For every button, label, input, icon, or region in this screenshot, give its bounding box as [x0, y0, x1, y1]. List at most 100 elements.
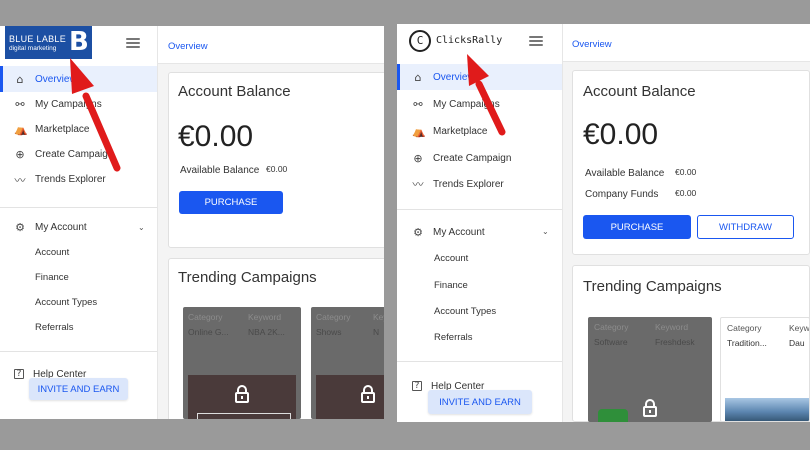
campaign-thumbnail: [598, 409, 628, 422]
sub-referrals[interactable]: Referrals: [434, 332, 473, 343]
screenshot-right: C ClicksRally ⌂ Overview ⚯ My Campaigns ⛺ M…: [397, 24, 810, 422]
unlock-button[interactable]: [197, 413, 291, 419]
campaign-card[interactable]: Category Tradition... Keyw Dau: [720, 317, 810, 422]
keyword-value: Freshdesk: [655, 337, 695, 347]
nav-overview[interactable]: ⌂ Overview: [0, 66, 157, 92]
lock-icon: [643, 399, 657, 422]
main-content: Overview Account Balance €0.00 Available…: [563, 24, 810, 422]
nav-my-account[interactable]: ⚙ My Account: [0, 215, 157, 240]
trending-title: Trending Campaigns: [583, 278, 722, 295]
nav-create-campaign[interactable]: ⊕ Create Campaign: [397, 145, 562, 171]
marketplace-icon: ⛺: [412, 124, 426, 138]
category-header: Category: [188, 312, 223, 322]
nav-divider: [397, 209, 562, 210]
category-header: Category: [727, 323, 762, 333]
lock-icon: [235, 385, 249, 408]
screenshot-left: BLUE LABLE digital marketing B ⌂ Overview…: [0, 26, 384, 419]
keyword-value: N: [373, 327, 380, 337]
account-divider: [0, 351, 157, 352]
sub-account-types[interactable]: Account Types: [434, 306, 496, 317]
keyword-header: Keyword: [373, 312, 384, 322]
nav-trends-explorer[interactable]: 〰 Trends Explorer: [397, 171, 562, 197]
logo-mark: C: [409, 30, 431, 52]
home-icon: ⌂: [16, 72, 24, 86]
campaign-card[interactable]: Category Software Keyword Freshdesk: [588, 317, 712, 422]
available-balance-label: Available Balance: [585, 168, 665, 179]
account-balance-card: Account Balance €0.00 Available Balance …: [168, 72, 384, 248]
available-balance-label: Available Balance: [180, 165, 260, 176]
trending-title: Trending Campaigns: [178, 269, 317, 286]
lock-icon: [361, 385, 375, 408]
purchase-button[interactable]: PURCHASE: [179, 191, 283, 214]
category-header: Category: [594, 322, 629, 332]
trends-icon: 〰: [412, 178, 424, 191]
gear-icon: ⚙: [413, 225, 423, 239]
nav-create-campaign[interactable]: ⊕ Create Campaign: [0, 142, 157, 167]
campaign-card[interactable]: Category Online G... Keyword NBA 2K...: [183, 307, 301, 419]
help-icon: ?: [14, 369, 24, 379]
nav-marketplace[interactable]: ⛺ Marketplace: [0, 117, 157, 142]
category-value: Online G...: [188, 327, 229, 337]
account-balance-title: Account Balance: [178, 83, 291, 100]
nav-my-campaigns[interactable]: ⚯ My Campaigns: [0, 92, 157, 117]
logo[interactable]: BLUE LABLE digital marketing B: [5, 26, 92, 59]
menu-icon[interactable]: [529, 36, 543, 46]
sub-account[interactable]: Account: [434, 253, 468, 264]
create-icon: ⊕: [15, 148, 25, 161]
purchase-button[interactable]: PURCHASE: [583, 215, 691, 239]
marketplace-icon: ⛺: [14, 123, 28, 136]
keyword-header: Keyword: [655, 322, 689, 332]
gear-icon: ⚙: [15, 221, 25, 234]
sub-finance[interactable]: Finance: [35, 272, 69, 283]
logo-line1: BLUE LABLE: [9, 34, 67, 44]
keyword-header: Keyw: [789, 323, 810, 333]
menu-icon[interactable]: [126, 38, 140, 48]
category-header: Category: [316, 312, 351, 322]
logo-line2: digital marketing: [9, 45, 57, 52]
category-value: Shows: [316, 327, 342, 337]
chevron-down-icon[interactable]: ⌄: [138, 223, 145, 232]
campaigns-icon: ⚯: [15, 98, 25, 111]
available-balance-value: €0.00: [675, 167, 697, 177]
nav-marketplace[interactable]: ⛺ Marketplace: [397, 118, 562, 144]
logo[interactable]: C ClicksRally: [409, 30, 503, 54]
account-divider: [397, 361, 562, 362]
keyword-value: NBA 2K...: [248, 327, 285, 337]
logo-text: ClicksRally: [436, 35, 503, 46]
account-balance-card: Account Balance €0.00 Available Balance …: [572, 70, 810, 255]
sidebar: BLUE LABLE digital marketing B ⌂ Overview…: [0, 26, 158, 419]
home-icon: ⌂: [414, 70, 422, 84]
invite-button[interactable]: INVITE AND EARN: [29, 378, 128, 400]
available-balance-value: €0.00: [266, 164, 288, 174]
keyword-header: Keyword: [248, 312, 282, 322]
campaigns-icon: ⚯: [413, 97, 423, 111]
category-value: Tradition...: [727, 338, 767, 348]
sidebar: C ClicksRally ⌂ Overview ⚯ My Campaigns ⛺ M…: [397, 24, 563, 422]
company-funds-value: €0.00: [675, 188, 697, 198]
campaign-thumbnail: [725, 398, 809, 421]
balance-amount: €0.00: [178, 120, 254, 153]
invite-button[interactable]: INVITE AND EARN: [428, 390, 532, 414]
sub-referrals[interactable]: Referrals: [35, 322, 74, 333]
nav-my-account[interactable]: ⚙ My Account: [397, 219, 562, 245]
withdraw-button[interactable]: WITHDRAW: [697, 215, 794, 239]
sub-account[interactable]: Account: [35, 247, 69, 258]
chevron-down-icon[interactable]: ⌄: [542, 227, 549, 236]
sub-account-types[interactable]: Account Types: [35, 297, 97, 308]
campaign-card[interactable]: Category Shows Keyword N: [311, 307, 384, 419]
breadcrumb[interactable]: Overview: [572, 39, 612, 50]
logo-mark: B: [69, 27, 89, 57]
balance-amount: €0.00: [583, 118, 659, 151]
create-icon: ⊕: [413, 151, 423, 165]
breadcrumb[interactable]: Overview: [168, 41, 208, 52]
main-content: Overview Account Balance €0.00 Available…: [158, 26, 384, 419]
nav-overview[interactable]: ⌂ Overview: [397, 64, 562, 90]
nav-divider: [0, 207, 157, 208]
company-funds-label: Company Funds: [585, 189, 659, 200]
nav-trends-explorer[interactable]: 〰 Trends Explorer: [0, 167, 157, 192]
sub-finance[interactable]: Finance: [434, 280, 468, 291]
nav-my-campaigns[interactable]: ⚯ My Campaigns: [397, 91, 562, 117]
trends-icon: 〰: [14, 173, 26, 187]
category-value: Software: [594, 337, 628, 347]
account-balance-title: Account Balance: [583, 83, 696, 100]
